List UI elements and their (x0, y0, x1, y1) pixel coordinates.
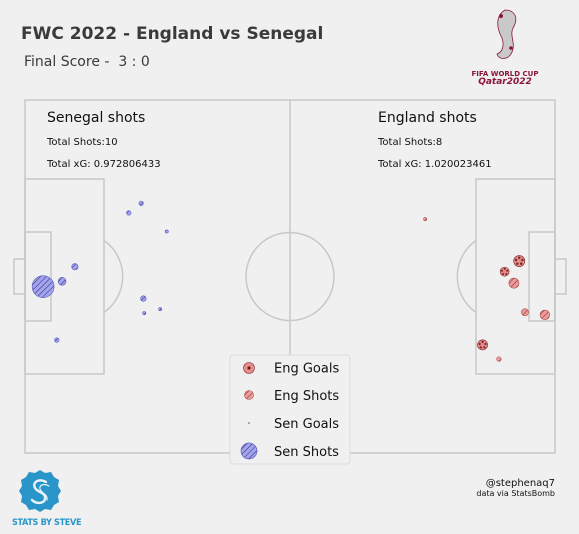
world-cup-trophy-icon (496, 9, 517, 59)
football-patch (502, 272, 505, 275)
left-penalty-area (24, 178, 105, 375)
shot-marker-eng-goals (477, 339, 488, 351)
right-penalty-arc (456, 239, 477, 314)
shot-marker-sen-shots (140, 295, 147, 302)
left-team-title: Senegal shots (47, 110, 145, 126)
badge-icon (19, 470, 61, 512)
football-patch-icon (247, 366, 251, 370)
hatched-shot-icon (240, 442, 258, 460)
football-patch (514, 258, 518, 262)
football-patch (484, 342, 487, 346)
left-total-xg: Total xG: 0.972806433 (46, 159, 161, 170)
football-patch (505, 272, 508, 275)
football-patch (483, 346, 486, 349)
shots-layer (31, 200, 550, 362)
football-patch (519, 262, 523, 265)
football-patch (501, 269, 504, 272)
shot-marker-eng-shots (423, 217, 428, 222)
left-penalty-arc (103, 239, 124, 314)
shot-marker-eng-goals (499, 266, 510, 277)
shot-marker-sen-shots (54, 337, 60, 343)
football-patch (481, 340, 484, 343)
shot-marker-sen-shots (57, 277, 67, 286)
shot-marker-eng-shots (521, 308, 529, 317)
event-logo-line2: Qatar2022 (478, 77, 532, 87)
hatched-shot-icon (244, 390, 254, 400)
shot-marker-eng-shots (539, 309, 550, 320)
football-patch (518, 256, 521, 259)
football-patch (503, 267, 506, 270)
legend-label-eng-shots: Eng Shots (274, 389, 339, 404)
credits: @stephenaq7 data via StatsBomb (476, 478, 555, 498)
legend: Eng Goals Eng Shots Sen Goals Sen Shots (229, 354, 351, 465)
shot-marker-sen-shots (164, 229, 169, 234)
shot-marker-sen-shots (31, 275, 55, 298)
right-total-xg: Total xG: 1.020023461 (377, 159, 492, 170)
right-goal (554, 258, 567, 295)
legend-label-sen-goals: Sen Goals (274, 417, 339, 432)
football-patch (516, 262, 519, 265)
left-total-shots: Total Shots:10 (46, 137, 118, 148)
shot-marker-sen-shots (126, 210, 132, 216)
legend-label-sen-shots: Sen Shots (274, 445, 339, 460)
legend-label-eng-goals: Eng Goals (274, 362, 339, 377)
author-handle: @stephenaq7 (485, 478, 555, 489)
dot-icon (248, 422, 250, 424)
shot-marker-sen-shots (158, 307, 163, 312)
right-team-title: England shots (378, 110, 477, 126)
shot-marker-eng-shots (508, 277, 520, 289)
world-cup-logo: FIFA WORLD CUP Qatar2022 (470, 8, 540, 87)
data-source: data via StatsBomb (476, 489, 555, 498)
football-patch (479, 346, 482, 349)
shot-marker-sen-shots (71, 263, 79, 271)
shot-marker-sen-shots (138, 200, 144, 206)
football-patch (478, 342, 481, 346)
shot-marker-eng-goals (513, 255, 526, 267)
stats-by-steve-logo: STATS BY STEVE (12, 468, 82, 528)
right-six-yard-box (528, 231, 556, 322)
shot-marker-eng-shots (496, 356, 502, 362)
football-patch (521, 258, 524, 262)
shot-marker-sen-shots (142, 311, 147, 316)
brand-name: STATS BY STEVE (12, 518, 82, 528)
left-goal (13, 258, 26, 295)
right-total-shots: Total Shots:8 (377, 137, 442, 148)
football-patch (506, 269, 509, 272)
